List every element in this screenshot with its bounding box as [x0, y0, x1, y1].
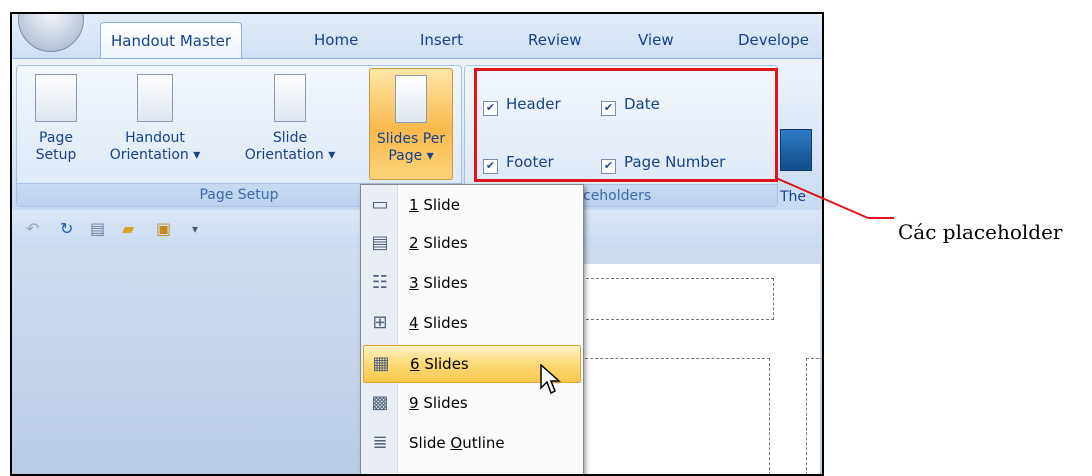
callout-text: Các placeholder	[898, 220, 1063, 244]
